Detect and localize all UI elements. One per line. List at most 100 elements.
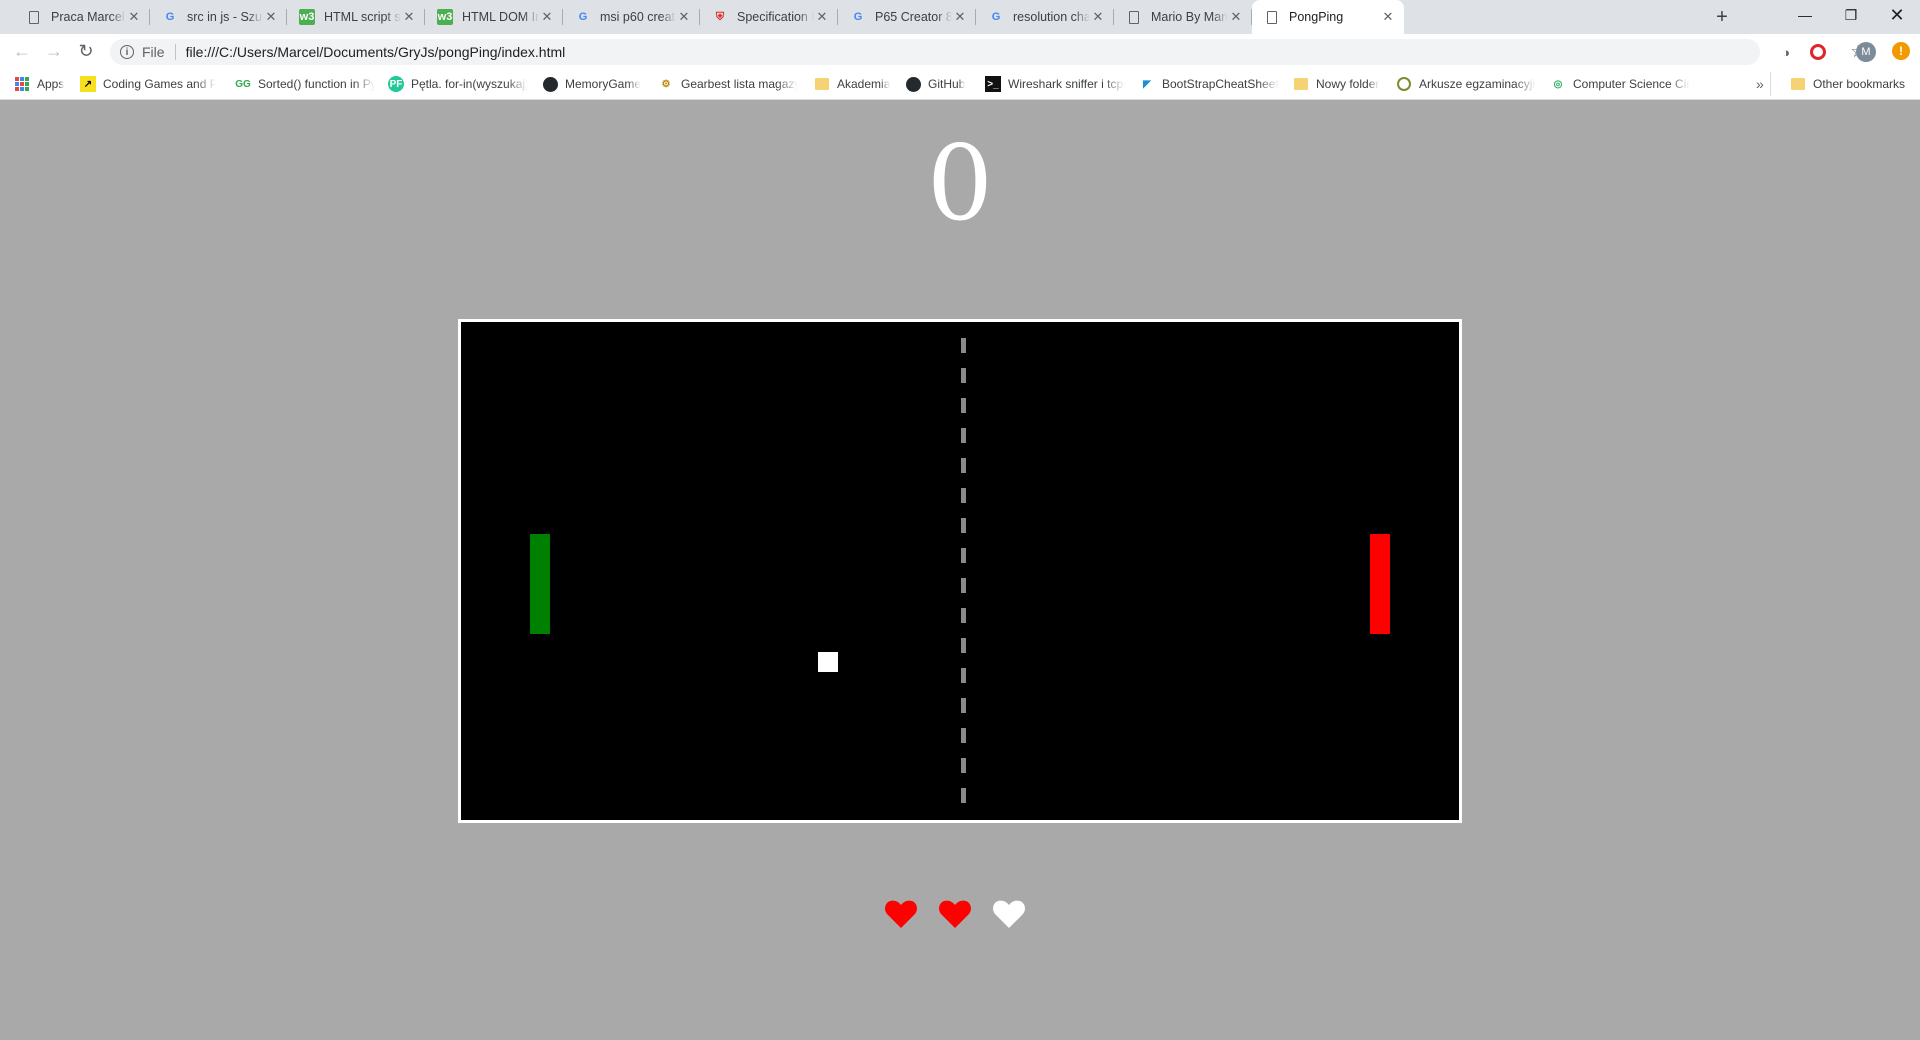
heart-full-icon <box>939 900 971 928</box>
net-dash <box>961 548 966 563</box>
ball <box>818 652 838 672</box>
bookmark-item[interactable]: Arkusze egzaminacyjne <box>1396 74 1536 94</box>
tab-6[interactable]: G P65 Creator 8RF - Szukaj✕ <box>838 0 976 34</box>
tab-2[interactable]: w3 HTML script src Attribute✕ <box>287 0 425 34</box>
tab-close-icon[interactable]: ✕ <box>814 9 830 25</box>
scheme-label: File <box>142 44 165 60</box>
bookmark-item[interactable]: ⚙ Gearbest lista magazynów <box>658 74 798 94</box>
w3schools-icon: w3 <box>299 9 315 25</box>
game-board[interactable] <box>458 319 1462 823</box>
tab-5[interactable]: ⛨ Specification for P65✕ <box>700 0 838 34</box>
extension-icon[interactable]: ◑ <box>1776 42 1796 62</box>
close-window-button[interactable]: ✕ <box>1874 0 1920 30</box>
minimize-button[interactable]: — <box>1782 0 1828 30</box>
browser-toolbar: ← → ↻ i File file:///C:/Users/Marcel/Doc… <box>0 34 1920 68</box>
profile-avatar[interactable]: M <box>1856 42 1876 62</box>
tab-title: resolution changer - Szukaj <box>1013 10 1090 24</box>
bookmark-item[interactable]: >_ Wireshark sniffer i tcpdump <box>985 74 1125 94</box>
bookmark-label: Apps <box>37 77 65 91</box>
target-icon <box>1396 76 1412 92</box>
bookmark-item[interactable]: Nowy folder <box>1293 74 1383 94</box>
net-dash <box>961 578 966 593</box>
tab-title: PongPing <box>1289 10 1344 24</box>
forward-button[interactable]: → <box>42 39 66 63</box>
net-dash <box>961 368 966 383</box>
net-dash <box>961 398 966 413</box>
net-dash <box>961 698 966 713</box>
tab-8[interactable]: Mario By Marcel✕ <box>1114 0 1252 34</box>
tab-title: msi p60 creator - Szukaj <box>600 10 676 24</box>
tab-close-icon[interactable]: ✕ <box>952 9 968 25</box>
google-icon: G <box>165 11 175 23</box>
tab-close-icon[interactable]: ✕ <box>263 9 279 25</box>
cs-circles-icon: ◎ <box>1553 78 1563 90</box>
tab-close-icon[interactable]: ✕ <box>539 9 555 25</box>
bookmark-item[interactable]: ↗ Coding Games and Programming <box>80 74 216 94</box>
tab-3[interactable]: w3 HTML DOM Image Object✕ <box>425 0 563 34</box>
bookmark-item[interactable]: Akademia <box>814 74 894 94</box>
bookmark-item[interactable]: GitHub <box>905 74 973 94</box>
tab-close-icon[interactable]: ✕ <box>1380 9 1396 25</box>
bookmark-item[interactable]: GG Sorted() function in Python <box>235 74 375 94</box>
net-dash <box>961 608 966 623</box>
document-icon <box>26 9 42 25</box>
google-icon: G <box>578 11 588 23</box>
bookmark-item[interactable]: ◎ Computer Science Circles <box>1550 74 1690 94</box>
github-icon <box>905 76 921 92</box>
other-bookmarks-label: Other bookmarks <box>1813 77 1906 91</box>
update-badge-icon[interactable]: ! <box>1892 42 1910 60</box>
document-icon <box>1264 9 1280 25</box>
tab-close-icon[interactable]: ✕ <box>126 9 142 25</box>
tab-close-icon[interactable]: ✕ <box>1090 9 1106 25</box>
bookmark-label: Arkusze egzaminacyjne <box>1419 77 1536 91</box>
net-dash <box>961 668 966 683</box>
bookmark-item[interactable]: MemoryGame <box>542 74 646 94</box>
back-button[interactable]: ← <box>10 39 34 63</box>
bookmark-label: MemoryGame <box>565 77 642 91</box>
tab-title: Mario By Marcel <box>1151 10 1228 24</box>
new-tab-button[interactable]: + <box>1710 5 1734 29</box>
url-text[interactable]: file:///C:/Users/Marcel/Documents/GryJs/… <box>186 44 566 60</box>
tab-close-icon[interactable]: ✕ <box>401 9 417 25</box>
bookmark-item[interactable]: PF Pętla. for-in(wyszukaj) <box>388 74 528 94</box>
folder-icon <box>814 76 830 92</box>
teal-circle-icon: PF <box>388 76 404 92</box>
tab-9[interactable]: PongPing ✕ <box>1252 0 1404 34</box>
tab-close-icon[interactable]: ✕ <box>676 9 692 25</box>
folder-icon <box>1293 76 1309 92</box>
gearbest-icon: ⚙ <box>661 78 671 90</box>
bookmark-label: Computer Science Circles <box>1573 77 1690 91</box>
terminal-icon: >_ <box>985 76 1001 92</box>
restore-button[interactable]: ❐ <box>1828 0 1874 30</box>
info-icon[interactable]: i <box>120 45 134 59</box>
tab-7[interactable]: Gresolution changer - Szukaj✕ <box>976 0 1114 34</box>
bookmark-label: Coding Games and Programming <box>103 77 216 91</box>
tab-4[interactable]: Gmsi p60 creator - Szukaj✕ <box>563 0 700 34</box>
tab-title: Specification for P65 <box>737 10 814 24</box>
bookmark-label: Wireshark sniffer i tcpdump <box>1008 77 1125 91</box>
net-dash <box>961 728 966 743</box>
omnibox-divider <box>174 44 176 60</box>
tab-0[interactable]: Praca Marcel Kamiński✕ <box>14 0 150 34</box>
net-dash <box>961 488 966 503</box>
opera-extension-icon[interactable] <box>1810 44 1826 60</box>
net-dash <box>961 338 966 353</box>
bookmark-item[interactable]: ◤ BootStrapCheatSheet <box>1139 74 1281 94</box>
tab-strip: + — ❐ ✕ Praca Marcel Kamiński✕Gsrc in js… <box>0 0 1920 34</box>
tab-title: HTML script src Attribute <box>324 10 401 24</box>
github-icon <box>542 76 558 92</box>
bookmarks-overflow-button[interactable]: » <box>1756 76 1764 92</box>
tab-1[interactable]: Gsrc in js - Szukaj w Google✕ <box>150 0 287 34</box>
bookmark-label: Gearbest lista magazynów <box>681 77 798 91</box>
other-bookmarks-button[interactable]: Other bookmarks <box>1769 72 1906 96</box>
shield-icon: ⛨ <box>715 10 725 23</box>
game-page: 0 <box>0 101 1920 1040</box>
bookmark-item[interactable]: Apps <box>14 74 70 94</box>
heart-empty-icon <box>993 900 1025 928</box>
document-icon <box>1126 9 1142 25</box>
folder-icon <box>1790 76 1806 92</box>
address-bar[interactable]: i File file:///C:/Users/Marcel/Documents… <box>110 39 1866 65</box>
net-dash <box>961 638 966 653</box>
tab-close-icon[interactable]: ✕ <box>1228 9 1244 25</box>
reload-button[interactable]: ↻ <box>74 39 98 63</box>
